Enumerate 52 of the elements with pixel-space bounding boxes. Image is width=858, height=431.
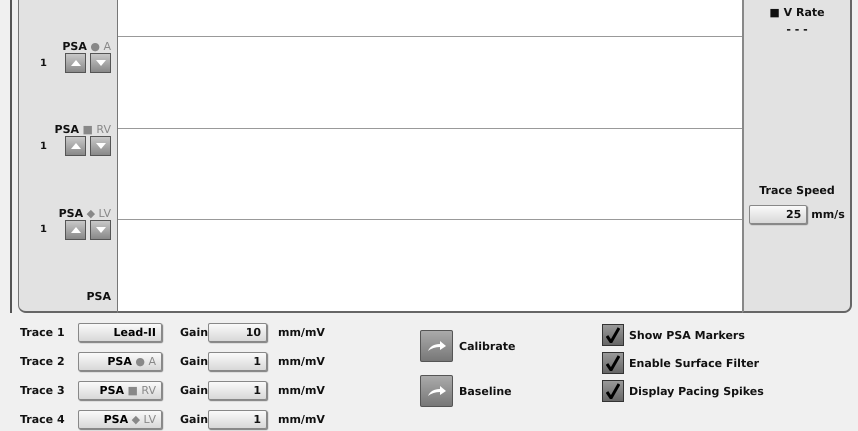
trace-label: Trace 3 xyxy=(20,384,66,396)
channel-label: PSA ◆ LV xyxy=(58,206,111,220)
gain-up-button[interactable] xyxy=(65,136,86,156)
unit-label: mm/mV xyxy=(277,412,326,426)
speed-unit: mm/s xyxy=(811,208,845,221)
gain-down-button[interactable] xyxy=(90,220,111,240)
unit-label: mm/mV xyxy=(277,384,326,396)
speed-label: Trace Speed xyxy=(759,184,835,197)
gain-field[interactable]: 1 xyxy=(208,410,267,428)
option-label: Show PSA Markers xyxy=(629,328,745,342)
trace-label: Trace 4 xyxy=(20,412,66,426)
action-button[interactable]: Baseline xyxy=(420,375,590,407)
speed-field[interactable]: 25 xyxy=(749,205,808,224)
up-arrow-icon xyxy=(70,60,80,66)
down-arrow-icon xyxy=(96,143,106,150)
rate-label: ■ V Rate xyxy=(769,6,825,19)
gain-field[interactable]: 10 xyxy=(208,322,267,342)
trace-source-button[interactable]: Lead-II xyxy=(78,322,162,342)
up-arrow-icon xyxy=(70,226,80,233)
gain-down-button[interactable] xyxy=(90,53,111,73)
rate-value: - - - xyxy=(786,23,808,36)
gain-field[interactable]: 1 xyxy=(208,352,267,370)
gain-value: 1 xyxy=(40,140,47,152)
gain-label: Gain xyxy=(179,354,208,368)
option-label: Display Pacing Spikes xyxy=(629,384,764,398)
gain-label: Gain xyxy=(179,326,208,338)
gain-label: Gain xyxy=(179,412,208,426)
unit-label: mm/mV xyxy=(277,326,326,338)
gain-up-button[interactable] xyxy=(65,220,86,240)
trace-source-button[interactable]: PSA ◆ LV xyxy=(78,410,162,428)
gain-field[interactable]: 1 xyxy=(208,380,267,400)
trace-label: Trace 2 xyxy=(20,354,66,368)
gain-value: 1 xyxy=(40,58,47,68)
gain-up-button[interactable] xyxy=(65,53,86,73)
unit-label: mm/mV xyxy=(277,354,326,368)
down-arrow-icon xyxy=(96,60,106,66)
checkbox[interactable] xyxy=(602,324,624,346)
channel-label: PSA ● A xyxy=(62,40,111,53)
checkbox[interactable] xyxy=(602,380,624,402)
gain-down-button[interactable] xyxy=(90,136,111,156)
action-button[interactable]: Calibrate xyxy=(420,330,590,362)
down-arrow-icon xyxy=(96,226,106,233)
trace-label: Trace 1 xyxy=(20,326,66,338)
option-label: Enable Surface Filter xyxy=(629,356,760,370)
trace-source-button[interactable]: PSA ● A xyxy=(78,352,162,370)
channel-label: PSA ■ RV xyxy=(54,123,111,136)
up-arrow-icon xyxy=(70,143,80,150)
strip-label: PSA xyxy=(86,290,111,303)
gain-value: 1 xyxy=(40,224,47,236)
gain-label: Gain xyxy=(179,384,208,396)
checkbox[interactable] xyxy=(602,352,624,374)
trace-source-button[interactable]: PSA ■ RV xyxy=(78,380,162,400)
